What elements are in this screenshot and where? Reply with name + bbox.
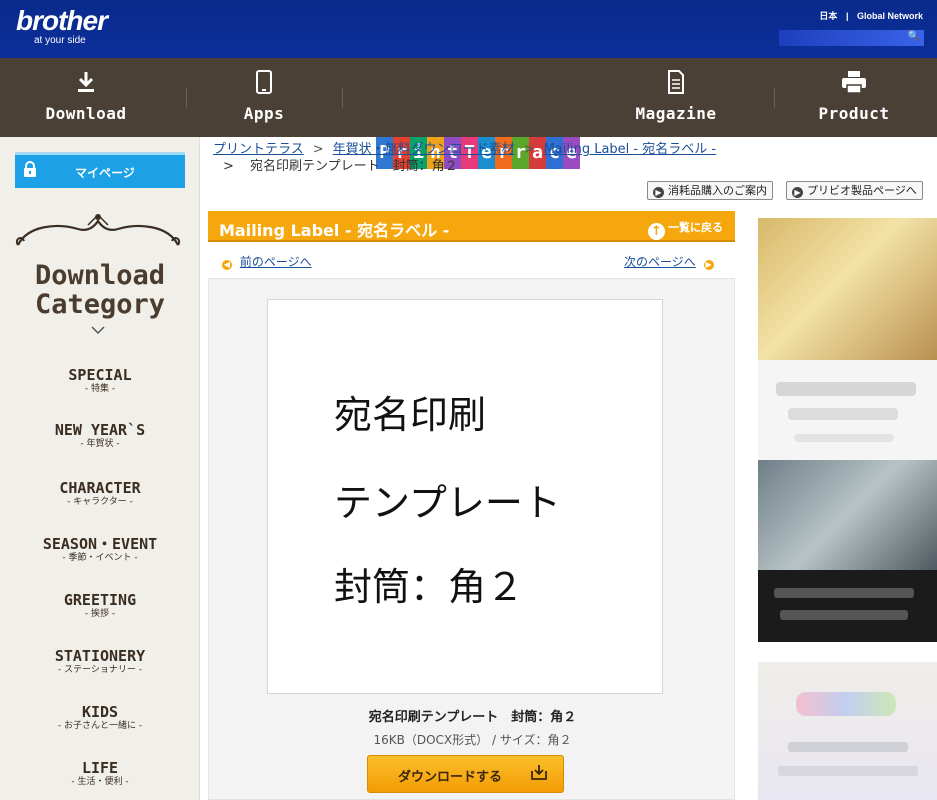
next-page-link[interactable]: 次のページへ: [624, 255, 696, 269]
arrow-right-icon: ▶: [703, 260, 714, 270]
category-label: SEASON・EVENT: [42, 535, 158, 553]
nav-magazine-label: Magazine: [635, 104, 717, 123]
download-icon: [16, 70, 156, 100]
category-new-years[interactable]: NEW YEAR`S - 年賀状 -: [0, 422, 200, 450]
nav-apps-label: Apps: [243, 104, 285, 123]
main-nav: Download Apps Magazine Product PrintTerr…: [0, 58, 937, 169]
arrow-up-icon: ↑: [648, 223, 665, 240]
section-title: Mailing Label - 宛名ラベル -: [219, 221, 450, 240]
ornament-decoration: [15, 213, 181, 246]
document-icon: [606, 70, 746, 100]
next-page[interactable]: 次のページへ ▶: [624, 253, 714, 270]
nav-divider: [186, 88, 187, 108]
download-button[interactable]: ダウンロードする: [367, 755, 564, 793]
nav-magazine[interactable]: Magazine: [606, 70, 746, 123]
banner-image[interactable]: [758, 460, 937, 570]
search-input[interactable]: 🔍: [779, 30, 924, 46]
search-icon[interactable]: 🔍: [908, 31, 920, 42]
category-sublabel: - 年賀状 -: [80, 439, 120, 449]
category-sublabel: - 季節・イベント -: [62, 553, 138, 563]
arrow-circle-icon: ▶: [792, 187, 803, 198]
category-kids[interactable]: KIDS - お子さんと一緒に -: [0, 704, 200, 732]
preview-line: テンプレート: [334, 481, 561, 525]
category-label: STATIONERY: [54, 647, 146, 665]
privio-button[interactable]: ▶ プリビオ製品ページへ: [786, 181, 923, 200]
download-tray-icon: [529, 762, 549, 786]
brand-name: brother: [16, 5, 108, 36]
preview-line: 封筒：角２: [334, 565, 525, 609]
breadcrumb-link[interactable]: Mailing Label - 宛名ラベル -: [544, 142, 717, 157]
prev-page[interactable]: ◀ 前のページへ: [222, 253, 312, 270]
category-sublabel: - キャラクター -: [67, 497, 133, 507]
category-sublabel: - ステーショナリー -: [57, 665, 143, 675]
category-character[interactable]: CHARACTER - キャラクター -: [0, 480, 200, 508]
download-category-title: Download Category: [0, 261, 200, 319]
preview-line: 宛名印刷: [334, 393, 487, 437]
nav-download[interactable]: Download: [16, 70, 156, 123]
item-panel: 宛名印刷 テンプレート 封筒：角２ 宛名印刷テンプレート 封筒：角２ 16KB（…: [208, 278, 735, 800]
template-preview-image: 宛名印刷 テンプレート 封筒：角２: [267, 299, 663, 694]
category-special[interactable]: SPECIAL - 特集 -: [0, 367, 200, 395]
link-divider: |: [845, 11, 849, 21]
printer-icon: [784, 70, 924, 100]
category-sublabel: - 特集 -: [84, 384, 116, 394]
category-season-event[interactable]: SEASON・EVENT - 季節・イベント -: [0, 536, 200, 564]
category-label: KIDS: [81, 703, 119, 721]
smartphone-icon: [194, 70, 334, 100]
lock-icon: [23, 161, 37, 181]
category-label: LIFE: [81, 759, 119, 777]
title-line-1: Download: [34, 260, 166, 291]
banner-image[interactable]: [758, 662, 937, 800]
arrow-left-icon: ◀: [222, 260, 232, 270]
nav-product[interactable]: Product: [784, 70, 924, 123]
back-to-list-link[interactable]: ↑ 一覧に戻る: [648, 219, 723, 240]
global-network-link[interactable]: Global Network: [857, 11, 923, 21]
top-links: 日本 | Global Network: [813, 9, 923, 22]
section-header: Mailing Label - 宛名ラベル - ↑ 一覧に戻る: [208, 211, 735, 242]
supplies-button[interactable]: ▶ 消耗品購入のご案内: [647, 181, 773, 200]
item-name: 宛名印刷テンプレート 封筒：角２: [368, 710, 577, 725]
country-link[interactable]: 日本: [819, 11, 837, 21]
chevron-down-icon: [91, 326, 105, 335]
breadcrumb-link[interactable]: 年賀状・無料ダウンロード素材: [333, 142, 515, 157]
brother-logo[interactable]: brother at your side: [16, 5, 108, 46]
top-header-bar: brother at your side 日本 | Global Network…: [0, 0, 937, 58]
mypage-label: マイページ: [75, 166, 135, 180]
supplies-label: 消耗品購入のご案内: [668, 184, 767, 197]
nav-divider: [342, 88, 343, 108]
category-life[interactable]: LIFE - 生活・便利 -: [0, 760, 200, 788]
item-meta: 16KB（DOCX形式） / サイズ：角２: [373, 733, 572, 747]
banner-image[interactable]: [758, 218, 937, 360]
privio-label: プリビオ製品ページへ: [807, 184, 917, 197]
category-sublabel: - お子さんと一緒に -: [57, 721, 143, 731]
brand-tagline: at your side: [34, 35, 86, 46]
category-sublabel: - 生活・便利 -: [71, 777, 129, 787]
category-sublabel: - 挨拶 -: [84, 609, 116, 619]
download-button-label: ダウンロードする: [398, 770, 503, 785]
category-label: SPECIAL: [68, 366, 132, 384]
nav-divider: [774, 88, 775, 108]
prev-page-link[interactable]: 前のページへ: [240, 255, 312, 269]
breadcrumb-current: 宛名印刷テンプレート 封筒：角２: [250, 159, 458, 174]
category-label: CHARACTER: [59, 479, 141, 497]
nav-apps[interactable]: Apps: [194, 70, 334, 123]
banner-image[interactable]: [758, 360, 937, 460]
nav-download-label: Download: [45, 104, 127, 123]
category-stationery[interactable]: STATIONERY - ステーショナリー -: [0, 648, 200, 676]
breadcrumb: プリントテラス > 年賀状・無料ダウンロード素材 > Mailing Label - 宛…: [213, 141, 753, 175]
nav-product-label: Product: [818, 104, 890, 123]
breadcrumb-separator: >: [223, 159, 234, 174]
category-greeting[interactable]: GREETING - 挨拶 -: [0, 592, 200, 620]
back-to-list-label: 一覧に戻る: [668, 221, 723, 234]
breadcrumb-link[interactable]: プリントテラス: [213, 142, 304, 157]
category-label: GREETING: [63, 591, 137, 609]
mypage-button[interactable]: マイページ: [15, 152, 185, 188]
breadcrumb-separator: >: [523, 142, 535, 157]
breadcrumb-separator: >: [312, 142, 324, 157]
sidebar: マイページ Download Category SPECIAL - 特集 - N…: [0, 137, 200, 800]
category-label: NEW YEAR`S: [54, 421, 146, 439]
banner-image[interactable]: [758, 570, 937, 642]
arrow-circle-icon: ▶: [653, 187, 664, 198]
title-line-2: Category: [34, 289, 166, 320]
